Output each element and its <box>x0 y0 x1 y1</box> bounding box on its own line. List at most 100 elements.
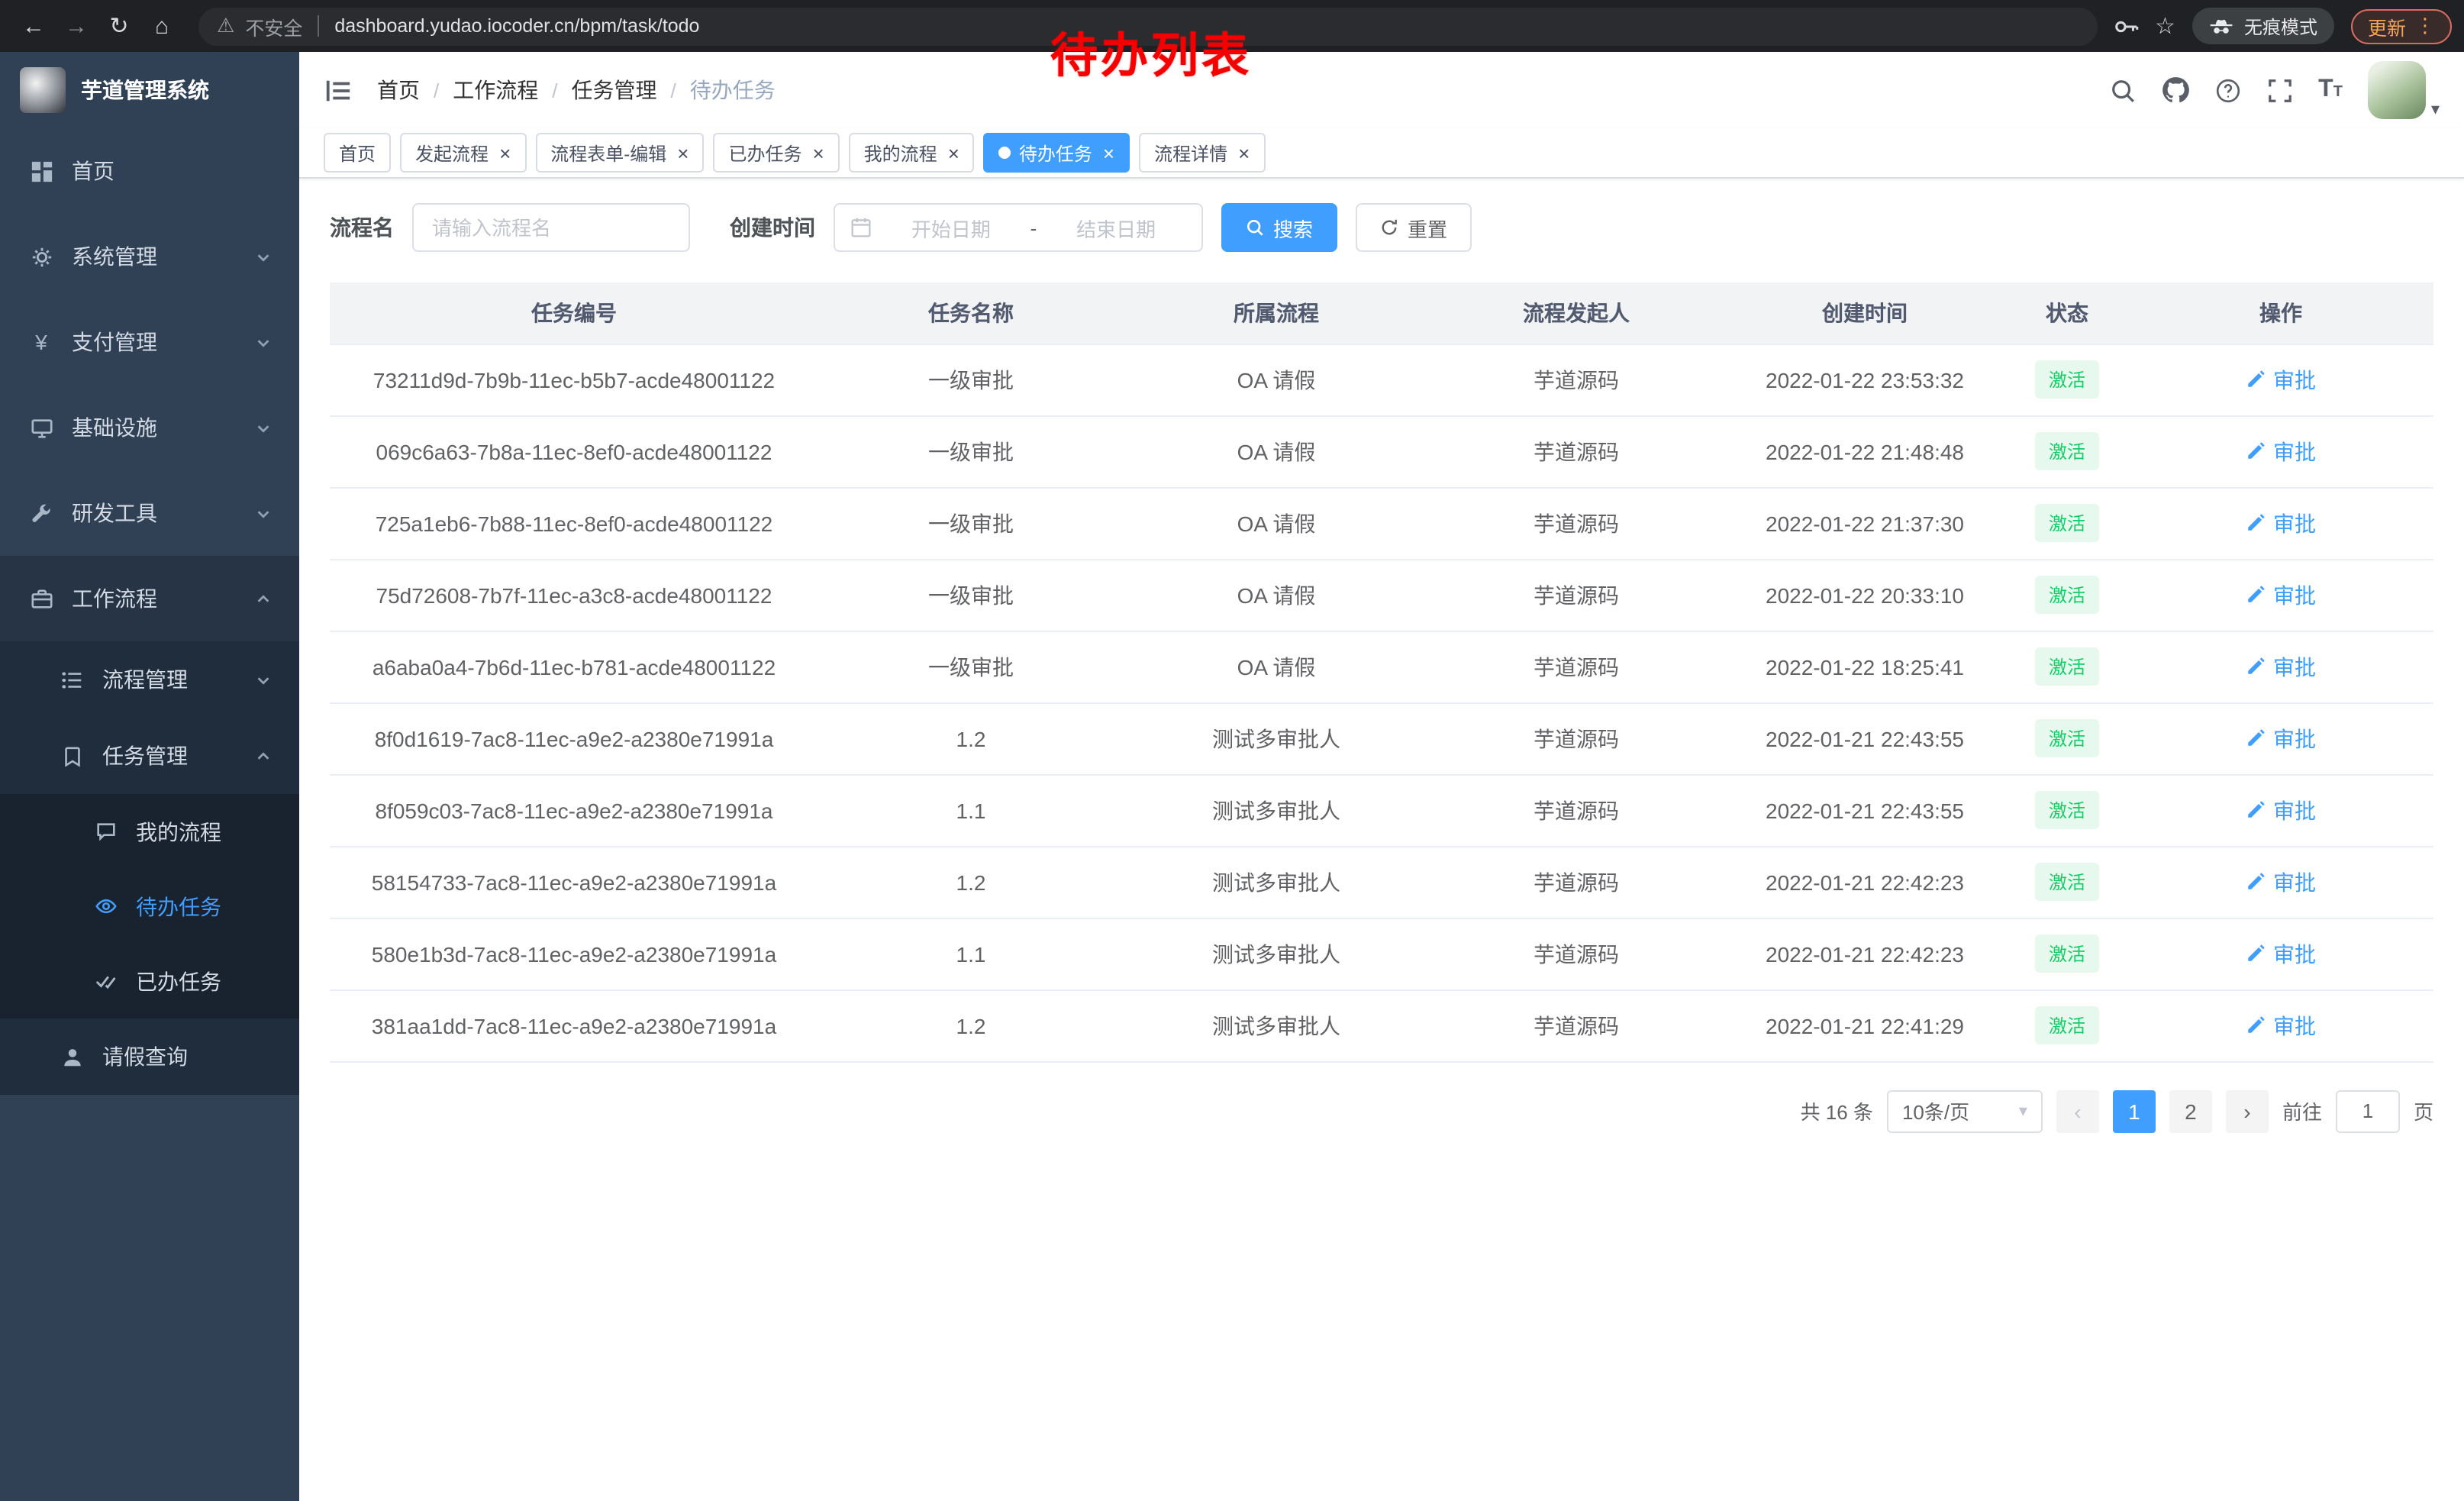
search-button[interactable]: 搜索 <box>1221 203 1337 252</box>
pagination: 共 16 条 10条/页 ▾ ‹ 1 2 › 前往 页 <box>330 1089 2433 1132</box>
navbar: 首页 / 工作流程 / 任务管理 / 待办任务 <box>299 52 2464 128</box>
app-logo-row[interactable]: 芋道管理系统 <box>0 52 299 128</box>
approve-link[interactable]: 审批 <box>2246 723 2316 754</box>
close-icon[interactable]: × <box>677 143 689 163</box>
cell-created: 2022-01-22 18:25:41 <box>1724 631 2006 702</box>
approve-link[interactable]: 审批 <box>2246 364 2316 395</box>
goto-page-input[interactable] <box>2336 1089 2400 1132</box>
help-icon[interactable] <box>2214 77 2240 103</box>
cell-process: OA 请假 <box>1124 344 1429 415</box>
prev-page-button[interactable]: ‹ <box>2056 1089 2099 1132</box>
tab-todo-tasks[interactable]: 待办任务 × <box>984 133 1130 173</box>
browser-actions: ☆ 无痕模式 更新 ⋮ <box>2112 8 2452 44</box>
warning-icon: ⚠ <box>217 14 234 38</box>
sidebar-item-infrastructure[interactable]: 基础设施 <box>0 385 299 470</box>
edit-icon <box>2246 872 2266 892</box>
close-icon[interactable]: × <box>812 143 824 163</box>
date-separator: - <box>1030 216 1037 239</box>
sidebar-toggle-icon[interactable] <box>324 76 353 105</box>
browser-toolbar: ← → ↻ ⌂ ⚠ 不安全 dashboard.yudao.iocoder.cn… <box>0 0 2464 52</box>
cell-process: OA 请假 <box>1124 631 1429 702</box>
sidebar-item-task-management[interactable]: 任务管理 <box>0 718 299 794</box>
reload-icon[interactable]: ↻ <box>98 5 140 47</box>
search-icon[interactable] <box>2109 77 2135 103</box>
page-button-2[interactable]: 2 <box>2169 1089 2212 1132</box>
tab-process-detail[interactable]: 流程详情 × <box>1139 133 1265 173</box>
status-badge: 激活 <box>2035 791 2099 829</box>
incognito-badge: 无痕模式 <box>2192 8 2334 44</box>
cell-process: 测试多审批人 <box>1124 989 1429 1061</box>
avatar[interactable] <box>2369 61 2427 119</box>
cell-created: 2022-01-22 20:33:10 <box>1724 559 2006 631</box>
end-date-placeholder[interactable]: 结束日期 <box>1046 213 1186 242</box>
edit-icon <box>2246 585 2266 605</box>
tab-done-tasks[interactable]: 已办任务 × <box>713 133 839 173</box>
menu-kebab-icon[interactable]: ⋮ <box>2415 14 2435 38</box>
breadcrumb-item[interactable]: 首页 <box>377 75 420 105</box>
url-text[interactable]: dashboard.yudao.iocoder.cn/bpm/task/todo <box>334 15 699 37</box>
sidebar-item-leave-query[interactable]: 请假查询 <box>0 1018 299 1095</box>
forward-icon[interactable]: → <box>55 5 98 47</box>
key-icon[interactable] <box>2112 13 2138 39</box>
page-size-select[interactable]: 10条/页 ▾ <box>1887 1089 2043 1132</box>
close-icon[interactable]: × <box>948 143 959 163</box>
sidebar-item-done-tasks[interactable]: 已办任务 <box>0 944 299 1018</box>
sidebar-item-home[interactable]: 首页 <box>0 128 299 214</box>
sidebar-item-process-management[interactable]: 流程管理 <box>0 641 299 718</box>
tab-start-process[interactable]: 发起流程 × <box>400 133 526 173</box>
sidebar-item-label: 系统管理 <box>72 241 238 272</box>
approve-link[interactable]: 审批 <box>2246 508 2316 538</box>
start-date-placeholder[interactable]: 开始日期 <box>881 213 1021 242</box>
github-icon[interactable] <box>2161 76 2188 104</box>
sidebar-item-devtools[interactable]: 研发工具 <box>0 470 299 556</box>
next-page-button[interactable]: › <box>2226 1089 2269 1132</box>
incognito-icon <box>2209 18 2233 34</box>
approve-link[interactable]: 审批 <box>2246 867 2316 897</box>
tab-form-edit[interactable]: 流程表单-编辑 × <box>535 133 704 173</box>
chevron-down-icon <box>255 248 272 265</box>
sidebar-item-label: 已办任务 <box>136 966 272 996</box>
breadcrumb-item[interactable]: 任务管理 <box>572 75 657 105</box>
sidebar-item-workflow[interactable]: 工作流程 <box>0 556 299 641</box>
sidebar-item-my-process[interactable]: 我的流程 <box>0 794 299 869</box>
star-icon[interactable]: ☆ <box>2155 12 2175 40</box>
chevron-down-icon <box>255 334 272 350</box>
sidebar-item-todo-tasks[interactable]: 待办任务 <box>0 869 299 944</box>
cell-task-id: 73211d9d-7b9b-11ec-b5b7-acde48001122 <box>330 344 818 415</box>
approve-link[interactable]: 审批 <box>2246 579 2316 610</box>
cell-initiator: 芋道源码 <box>1429 344 1724 415</box>
home-icon[interactable]: ⌂ <box>140 5 183 47</box>
cell-initiator: 芋道源码 <box>1429 918 1724 989</box>
approve-link[interactable]: 审批 <box>2246 795 2316 825</box>
tab-home[interactable]: 首页 <box>324 133 391 173</box>
font-size-icon[interactable]: TT <box>2318 78 2343 102</box>
monitor-icon <box>27 416 55 439</box>
approve-link[interactable]: 审批 <box>2246 1010 2316 1041</box>
address-bar[interactable]: ⚠ 不安全 dashboard.yudao.iocoder.cn/bpm/tas… <box>198 7 2097 45</box>
sidebar-item-system[interactable]: 系统管理 <box>0 214 299 299</box>
approve-link[interactable]: 审批 <box>2246 436 2316 466</box>
sidebar-item-payment[interactable]: ¥ 支付管理 <box>0 299 299 385</box>
page-button-1[interactable]: 1 <box>2113 1089 2156 1132</box>
date-range-picker[interactable]: 开始日期 - 结束日期 <box>834 203 1203 252</box>
approve-link[interactable]: 审批 <box>2246 651 2316 682</box>
app-shell: 芋道管理系统 首页 系统管理 ¥ 支付管理 <box>0 52 2464 1501</box>
update-label[interactable]: 更新 <box>2368 11 2406 40</box>
navbar-actions: TT ▾ <box>2109 61 2440 119</box>
fullscreen-icon[interactable] <box>2266 77 2292 103</box>
process-name-input[interactable] <box>412 203 690 252</box>
close-icon[interactable]: × <box>1238 143 1250 163</box>
close-icon[interactable]: × <box>499 143 511 163</box>
goto-label: 前往 <box>2282 1096 2322 1125</box>
approve-link[interactable]: 审批 <box>2246 938 2316 969</box>
task-table: 任务编号 任务名称 所属流程 流程发起人 创建时间 状态 操作 73211d9d… <box>330 282 2433 1062</box>
update-button[interactable]: 更新 ⋮ <box>2351 8 2452 44</box>
security-label[interactable]: 不安全 <box>245 11 302 40</box>
breadcrumb-item[interactable]: 工作流程 <box>453 75 538 105</box>
close-icon[interactable]: × <box>1103 143 1114 163</box>
reset-button[interactable]: 重置 <box>1356 203 1472 252</box>
table-row: 069c6a63-7b8a-11ec-8ef0-acde48001122 一级审… <box>330 415 2433 487</box>
tab-my-process[interactable]: 我的流程 × <box>849 133 975 173</box>
back-icon[interactable]: ← <box>12 5 55 47</box>
user-menu[interactable]: ▾ <box>2369 61 2440 119</box>
